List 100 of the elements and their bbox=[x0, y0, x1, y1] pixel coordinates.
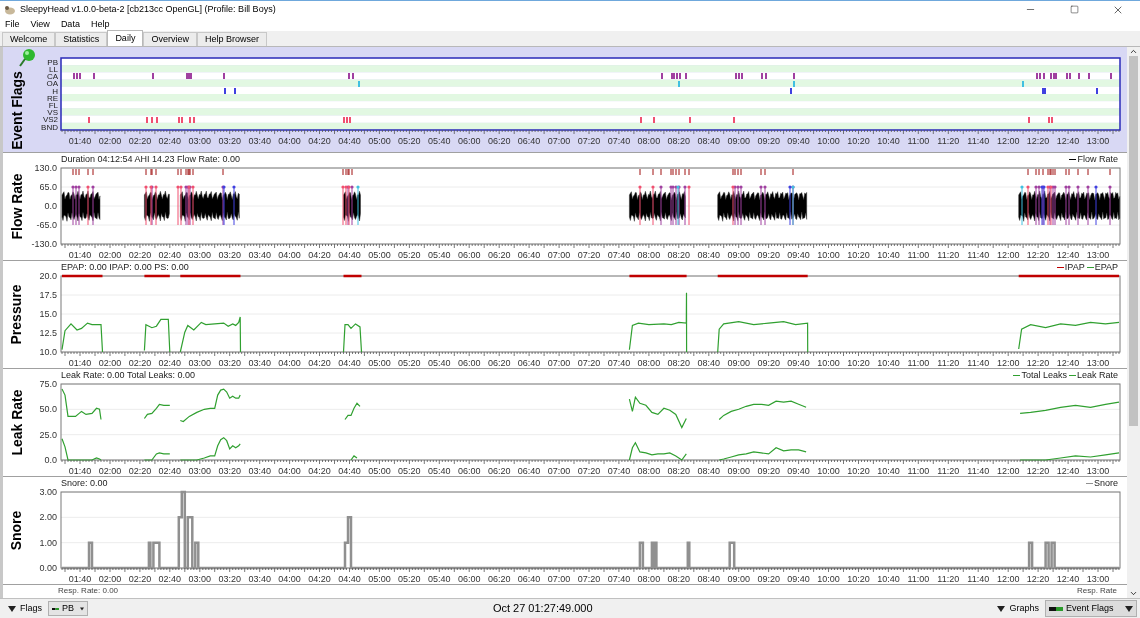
graphs-toggle[interactable]: Graphs bbox=[997, 601, 1039, 616]
menu-item[interactable]: View bbox=[30, 17, 50, 32]
flags-toggle[interactable]: Flags bbox=[8, 601, 42, 616]
graph-title: Flow Rate bbox=[7, 173, 26, 240]
time-label: 02:20 bbox=[128, 358, 152, 368]
line-swatch-icon bbox=[1049, 606, 1063, 611]
time-label: 11:00 bbox=[907, 136, 930, 146]
time-label: 12:00 bbox=[996, 136, 1020, 146]
scroll-up-icon[interactable] bbox=[1129, 47, 1138, 56]
flag-label: OA bbox=[46, 79, 58, 89]
time-label: 08:00 bbox=[637, 574, 661, 584]
time-label: 02:20 bbox=[128, 574, 152, 584]
time-label: 09:20 bbox=[757, 574, 780, 584]
flag-label: VS2 bbox=[42, 115, 58, 125]
menu-item[interactable]: Help bbox=[90, 17, 110, 32]
time-label: 07:40 bbox=[607, 574, 631, 584]
time-label: 03:20 bbox=[218, 466, 241, 476]
graph-title: Leak Rate bbox=[7, 389, 26, 456]
time-label: 08:00 bbox=[637, 136, 661, 146]
time-label: 13:00 bbox=[1086, 136, 1110, 146]
time-label: 05:20 bbox=[398, 574, 421, 584]
time-label: 10:40 bbox=[877, 250, 900, 260]
time-label: 02:00 bbox=[98, 136, 122, 146]
time-label: 05:20 bbox=[398, 250, 421, 260]
time-label: 12:20 bbox=[1026, 136, 1050, 146]
time-label: 11:40 bbox=[967, 250, 990, 260]
time-label: 07:20 bbox=[577, 466, 601, 476]
tab[interactable]: Statistics bbox=[55, 32, 108, 46]
time-label: 08:40 bbox=[697, 574, 721, 584]
time-label: 07:00 bbox=[547, 250, 571, 260]
scrollbar-thumb[interactable] bbox=[1129, 56, 1138, 426]
menu-item[interactable]: File bbox=[5, 17, 20, 32]
time-label: 04:20 bbox=[308, 466, 331, 476]
time-label: 10:00 bbox=[817, 358, 840, 368]
window-title: SleepyHead v1.0.0-beta-2 [cb213cc OpenGL] (Profile: Bill Boys) bbox=[20, 2, 276, 16]
flags-dropdown[interactable]: PB bbox=[48, 601, 88, 616]
time-label: 01:40 bbox=[68, 466, 92, 476]
time-label: 12:20 bbox=[1026, 574, 1050, 584]
flag-label: PB bbox=[47, 57, 58, 67]
time-label: 02:20 bbox=[128, 250, 152, 260]
scroll-down-icon[interactable] bbox=[1129, 589, 1138, 598]
time-label: 09:00 bbox=[727, 136, 750, 146]
time-label: 13:00 bbox=[1086, 250, 1110, 260]
time-label: 03:40 bbox=[248, 574, 271, 584]
time-label: 02:00 bbox=[98, 466, 122, 476]
time-label: 05:40 bbox=[428, 250, 451, 260]
time-label: 05:20 bbox=[398, 466, 421, 476]
y-axis-label: 3.00 bbox=[39, 489, 57, 497]
time-label: 12:20 bbox=[1026, 358, 1050, 368]
y-axis-label: -65.0 bbox=[36, 220, 57, 230]
time-label: 10:20 bbox=[847, 250, 870, 260]
legend-label: Resp. Rate bbox=[1076, 586, 1117, 596]
time-label: 05:00 bbox=[368, 136, 391, 146]
time-label: 04:00 bbox=[278, 358, 301, 368]
time-label: 06:40 bbox=[517, 358, 541, 368]
time-label: 01:40 bbox=[68, 136, 92, 146]
graphs-dropdown[interactable]: Event Flags bbox=[1045, 600, 1137, 617]
time-label: 04:20 bbox=[308, 358, 331, 368]
maximize-icon bbox=[1069, 5, 1079, 14]
time-label: 11:20 bbox=[937, 136, 960, 146]
flag-label: RE bbox=[46, 93, 58, 103]
time-label: 12:00 bbox=[996, 358, 1020, 368]
y-axis-label: 25.0 bbox=[39, 429, 57, 440]
time-label: 07:40 bbox=[607, 466, 631, 476]
time-label: 06:20 bbox=[487, 466, 511, 476]
tab[interactable]: Welcome bbox=[2, 32, 56, 46]
scrollbar[interactable] bbox=[1127, 47, 1140, 598]
menu-item[interactable]: Data bbox=[60, 17, 80, 32]
time-label: 10:20 bbox=[847, 574, 870, 584]
caret-icon bbox=[1125, 605, 1133, 612]
time-label: 12:40 bbox=[1056, 250, 1080, 260]
time-label: 09:20 bbox=[757, 466, 780, 476]
y-axis-label: 75.0 bbox=[39, 381, 57, 389]
time-label: 08:20 bbox=[667, 466, 691, 476]
time-label: 11:40 bbox=[967, 136, 990, 146]
time-label: 08:20 bbox=[667, 250, 691, 260]
y-axis-label: 12.5 bbox=[39, 328, 57, 338]
time-label: 04:40 bbox=[338, 250, 361, 260]
time-label: 05:20 bbox=[398, 136, 421, 146]
app-logo-icon bbox=[4, 3, 16, 16]
flag-label: BND bbox=[41, 122, 58, 132]
time-label: 03:20 bbox=[218, 250, 241, 260]
time-label: 11:20 bbox=[937, 574, 960, 584]
y-axis-label: 2.00 bbox=[39, 512, 57, 523]
pushpin-icon[interactable] bbox=[17, 48, 37, 68]
tab[interactable]: Overview bbox=[143, 32, 197, 46]
tab[interactable]: Help Browser bbox=[196, 32, 267, 46]
line-swatch-icon bbox=[52, 606, 59, 611]
time-label: 07:20 bbox=[577, 136, 601, 146]
time-label: 11:00 bbox=[907, 250, 930, 260]
caret-icon bbox=[80, 605, 84, 612]
legend-label: Snore bbox=[1093, 477, 1118, 489]
time-label: 11:20 bbox=[937, 358, 960, 368]
time-label: 11:00 bbox=[907, 466, 930, 476]
tab[interactable]: Daily bbox=[107, 30, 144, 46]
time-label: 08:40 bbox=[697, 358, 721, 368]
time-label: 05:20 bbox=[398, 358, 421, 368]
time-label: 06:40 bbox=[517, 250, 541, 260]
time-label: 09:20 bbox=[757, 136, 780, 146]
time-label: 03:40 bbox=[248, 136, 271, 146]
